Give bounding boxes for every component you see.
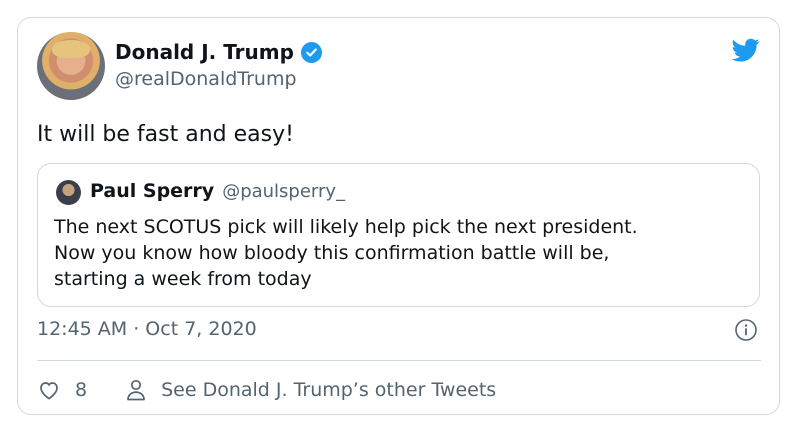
quoted-tweet-text: The next SCOTUS pick will likely help pi… — [54, 214, 744, 292]
action-bar: 8 See Donald J. Trump’s other Tweets — [37, 375, 496, 405]
see-other-tweets-link[interactable]: See Donald J. Trump’s other Tweets — [161, 379, 496, 401]
author-name-row: Donald J. Trump — [115, 40, 322, 64]
twitter-bird-icon[interactable] — [729, 36, 763, 64]
quoted-text-line: Now you know how bloody this confirmatio… — [54, 242, 610, 264]
verified-badge-icon — [300, 41, 322, 63]
quoted-tweet[interactable]: Paul Sperry @paulsperry_ The next SCOTUS… — [37, 163, 760, 307]
tweet-text: It will be fast and easy! — [37, 122, 294, 147]
tweet-timestamp[interactable]: 12:45 AM · Oct 7, 2020 — [37, 318, 257, 340]
quoted-text-line: The next SCOTUS pick will likely help pi… — [54, 216, 638, 238]
quoted-author-row: Paul Sperry @paulsperry_ — [90, 180, 345, 202]
quoted-author-avatar[interactable] — [56, 180, 81, 205]
quoted-text-line: starting a week from today — [54, 268, 312, 290]
tweet-card: Donald J. Trump @realDonaldTrump It will… — [17, 17, 780, 415]
author-display-name[interactable]: Donald J. Trump — [115, 40, 294, 64]
like-count[interactable]: 8 — [75, 379, 87, 401]
author-avatar[interactable] — [37, 32, 105, 100]
info-icon[interactable] — [734, 318, 758, 342]
quoted-author-name[interactable]: Paul Sperry — [90, 180, 214, 202]
author-handle[interactable]: @realDonaldTrump — [115, 68, 297, 90]
divider — [37, 360, 761, 361]
quoted-author-handle[interactable]: @paulsperry_ — [222, 181, 345, 202]
heart-icon[interactable] — [37, 378, 61, 402]
person-icon[interactable] — [125, 378, 147, 402]
